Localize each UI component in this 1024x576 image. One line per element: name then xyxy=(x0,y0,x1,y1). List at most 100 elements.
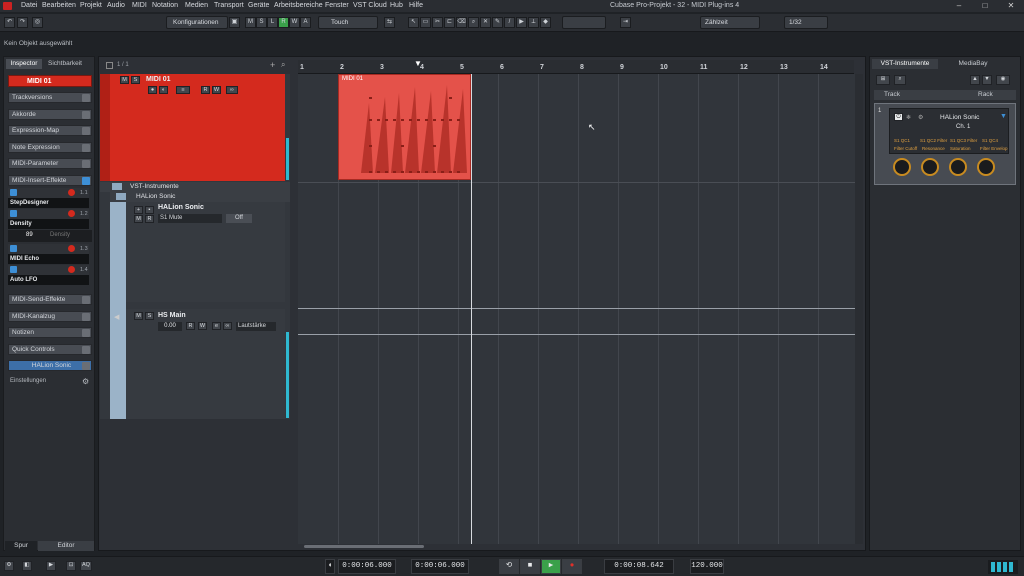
bypass-icon[interactable] xyxy=(68,189,75,196)
menu-geraete[interactable]: Geräte xyxy=(248,2,269,9)
subfolder-header[interactable]: HALion Sonic xyxy=(110,192,290,202)
camera-icon[interactable]: ▣ xyxy=(229,17,240,28)
tab-vst-instruments[interactable]: VST-Instrumente xyxy=(872,59,938,69)
power-icon[interactable] xyxy=(10,245,17,252)
redo-icon[interactable]: ↷ xyxy=(17,17,28,28)
primary-time-display[interactable]: 0:00:08.642 xyxy=(604,559,674,574)
instrument-rack-slot[interactable]: 1 ⏻ ❄ ⚙ HALion Sonic Ch. 1 ▼ S1 QC1 S1 Q… xyxy=(874,103,1016,185)
section-midi-parameter[interactable]: MIDI-Parameter xyxy=(8,158,92,169)
section-midi-insert-effects[interactable]: MIDI-Insert-Effekte xyxy=(8,175,92,186)
locator-left-icon[interactable]: ◖ xyxy=(325,559,335,574)
rack-column-label[interactable]: Rack xyxy=(978,91,993,98)
folder-track-header[interactable]: VST-Instrumente xyxy=(100,182,290,192)
inspector-track-header[interactable]: MIDI 01 xyxy=(8,75,92,87)
search-icon[interactable]: ⌕ xyxy=(281,60,285,70)
color-tool-icon[interactable]: ◆ xyxy=(540,17,551,28)
instrument-track-header[interactable]: HALion Sonic + ▪ M R S1 Mute Off xyxy=(126,202,285,302)
bypass-icon[interactable] xyxy=(68,210,75,217)
constrain-icon[interactable]: ◎ xyxy=(32,17,43,28)
section-midi-send-effects[interactable]: MIDI-Send-Effekte xyxy=(8,294,92,305)
record-icon[interactable]: ● xyxy=(562,559,582,574)
insert-slot-2[interactable]: Density xyxy=(8,219,89,229)
keyboard-icon[interactable]: ⊞ xyxy=(876,75,890,85)
vertical-scrollbar[interactable] xyxy=(855,74,863,544)
power-icon[interactable] xyxy=(10,266,17,273)
tab-track[interactable]: Spur xyxy=(5,541,37,551)
pointer-tool-icon[interactable]: ↖ xyxy=(408,17,419,28)
section-trackversions[interactable]: Trackversions xyxy=(8,92,92,103)
punch-in-icon[interactable]: ▶ xyxy=(46,561,56,571)
output-automation-parameter[interactable]: Lautstärke xyxy=(236,322,276,331)
playhead-marker-icon[interactable]: ▼ xyxy=(414,59,422,68)
automation-mode-dropdown[interactable]: Touch xyxy=(318,16,378,29)
edit-instrument-icon[interactable]: ∞ xyxy=(226,86,238,94)
draw-tool-icon[interactable]: ✎ xyxy=(492,17,503,28)
menu-transport[interactable]: Transport xyxy=(214,2,244,9)
volume-value[interactable]: 0.00 xyxy=(158,322,182,331)
output-track-header[interactable]: ◀ M S HS Main 0.00 R W e ∞ Lautstärke xyxy=(114,309,285,419)
menu-bearbeiten[interactable]: Bearbeiten xyxy=(42,2,76,9)
write-automation-button[interactable]: W xyxy=(212,86,221,94)
write-automation-button[interactable]: W xyxy=(198,322,207,330)
menu-vst-cloud[interactable]: VST Cloud xyxy=(353,2,387,9)
section-akkorde[interactable]: Akkorde xyxy=(8,109,92,120)
monitor-icon[interactable]: ◐ xyxy=(159,86,168,94)
cycle-icon[interactable]: ⟲ xyxy=(499,559,519,574)
listen-button[interactable]: L xyxy=(267,17,278,28)
mute-tool-icon[interactable]: ✕ xyxy=(480,17,491,28)
menu-arbeitsbereiche[interactable]: Arbeitsbereiche xyxy=(274,2,323,9)
midi-track-name[interactable]: MIDI 01 xyxy=(146,76,171,83)
solo-button[interactable]: S xyxy=(145,312,154,320)
quick-control-knob-2[interactable] xyxy=(921,158,939,176)
solo-button[interactable]: S xyxy=(131,76,140,84)
midi-event[interactable]: MIDI 01 xyxy=(338,74,471,180)
range-tool-icon[interactable]: ▭ xyxy=(420,17,431,28)
section-note-expression[interactable]: Note Expression xyxy=(8,142,92,153)
insert-slot-4-controls[interactable]: 1.4 xyxy=(8,265,89,275)
play-icon[interactable]: ▶ xyxy=(541,559,561,574)
midi-track-header[interactable]: M S MIDI 01 ● ◐ ≡ R W ∞ xyxy=(100,74,285,181)
glue-tool-icon[interactable]: ⊏ xyxy=(444,17,455,28)
section-quick-controls[interactable]: Quick Controls xyxy=(8,344,92,355)
tab-visibility[interactable]: Sichtbarkeit xyxy=(44,59,86,69)
auto-quantize-icon[interactable]: ⊡ xyxy=(66,561,76,571)
quick-control-knob-4[interactable] xyxy=(977,158,995,176)
lanes-icon[interactable]: ∞ xyxy=(223,322,232,330)
tab-inspector[interactable]: Inspector xyxy=(6,59,42,69)
left-locator[interactable]: 0:00:06.000 xyxy=(338,559,396,574)
menu-medien[interactable]: Medien xyxy=(185,2,208,9)
add-track-icon[interactable]: + xyxy=(270,60,275,70)
bypass-icon[interactable] xyxy=(68,266,75,273)
section-notes[interactable]: Notizen xyxy=(8,327,92,338)
line-tool-icon[interactable]: / xyxy=(504,17,515,28)
power-icon[interactable]: ⏻ xyxy=(894,113,903,121)
insert-slot-4[interactable]: Auto LFO xyxy=(8,275,89,285)
menu-hilfe[interactable]: Hilfe xyxy=(409,2,423,9)
auto-scroll-icon[interactable]: ⇆ xyxy=(384,17,395,28)
quick-control-knob-3[interactable] xyxy=(949,158,967,176)
power-icon[interactable] xyxy=(10,210,17,217)
menu-projekt[interactable]: Projekt xyxy=(80,2,102,9)
event-display[interactable]: MIDI 01 ↖ xyxy=(298,74,856,544)
mute-button[interactable]: M xyxy=(245,17,256,28)
comp-tool-icon[interactable]: ⟂ xyxy=(528,17,539,28)
track-column-label[interactable]: Track xyxy=(884,91,900,98)
insert-slot-1-controls[interactable]: 1.1 xyxy=(8,188,89,198)
mute-button[interactable]: M xyxy=(134,312,143,320)
zoom-tool-icon[interactable]: ⌕ xyxy=(468,17,479,28)
read-automation-button[interactable]: R xyxy=(186,322,195,330)
auto-quantize-button[interactable]: AQ xyxy=(80,561,92,571)
tab-mediabay[interactable]: MediaBay xyxy=(940,59,1006,69)
menu-datei[interactable]: Datei xyxy=(21,2,37,9)
arrow-up-icon[interactable]: ▲ xyxy=(970,75,980,85)
tab-editor[interactable]: Editor xyxy=(38,541,94,551)
audition-button[interactable]: A xyxy=(300,17,311,28)
section-midi-channel-strip[interactable]: MIDI-Kanalzug xyxy=(8,311,92,322)
gear-icon[interactable]: ⚙ xyxy=(82,377,89,386)
close-button[interactable]: ✕ xyxy=(1004,1,1018,11)
edit-channel-icon[interactable]: e xyxy=(212,322,221,330)
stop-icon[interactable]: ■ xyxy=(520,559,540,574)
lock-icon[interactable]: ▪ xyxy=(145,206,154,214)
section-expression-map[interactable]: Expression-Map xyxy=(8,125,92,136)
insert-slot-3[interactable]: MIDI Echo xyxy=(8,254,89,264)
